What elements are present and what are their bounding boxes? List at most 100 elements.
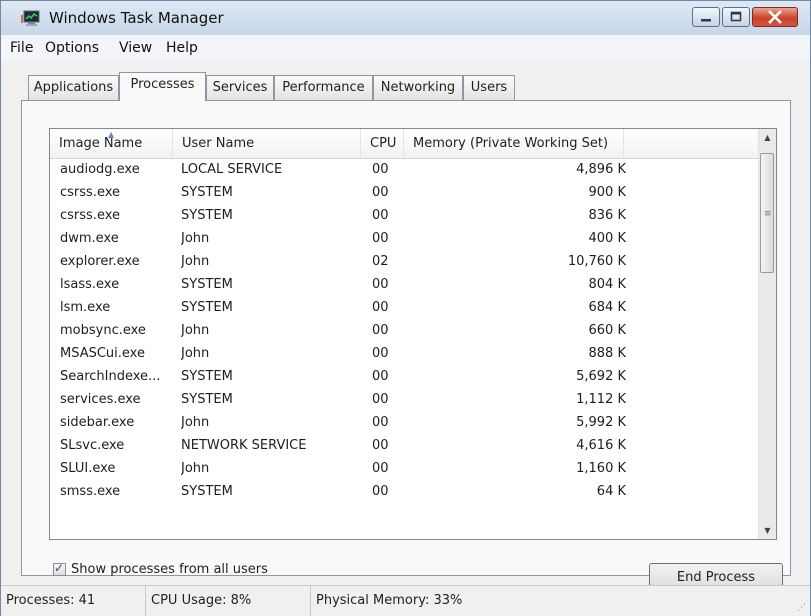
table-row[interactable]: SLsvc.exe NETWORK SERVICE 00 4,616 K <box>50 434 760 457</box>
table-row[interactable]: audiodg.exe LOCAL SERVICE 00 4,896 K <box>50 158 760 181</box>
column-header-image-name[interactable]: ▲ Image Name <box>50 129 173 158</box>
user-name-cell: SYSTEM <box>181 392 233 407</box>
cpu-cell: 02 <box>372 254 389 269</box>
user-name-cell: SYSTEM <box>181 277 233 292</box>
scrollbar-thumb[interactable]: ≡ <box>760 153 774 273</box>
maximize-button[interactable] <box>722 7 750 27</box>
resize-grip-icon[interactable]: ⋰ <box>797 603 806 613</box>
cpu-cell: 00 <box>372 300 389 315</box>
memory-cell: 660 K <box>588 323 626 338</box>
minimize-button[interactable] <box>692 7 720 27</box>
menu-file[interactable]: File <box>10 40 33 56</box>
cpu-cell: 00 <box>372 208 389 223</box>
table-row[interactable]: lsm.exe SYSTEM 00 684 K <box>50 296 760 319</box>
process-name-cell: csrss.exe <box>60 185 121 200</box>
maximize-icon <box>730 11 742 22</box>
table-row[interactable]: explorer.exe John 02 10,760 K <box>50 250 760 273</box>
process-name-cell: mobsync.exe <box>60 323 146 338</box>
status-physical-memory: Physical Memory: 33% <box>316 593 463 608</box>
cpu-cell: 00 <box>372 185 389 200</box>
scroll-grip-icon: ≡ <box>764 209 772 219</box>
cpu-cell: 00 <box>372 162 389 177</box>
status-bar: Processes: 41 CPU Usage: 8% Physical Mem… <box>1 585 810 616</box>
table-row[interactable]: MSASCui.exe John 00 888 K <box>50 342 760 365</box>
window-title: Windows Task Manager <box>49 9 224 27</box>
cpu-cell: 00 <box>372 484 389 499</box>
memory-cell: 684 K <box>588 300 626 315</box>
close-button[interactable] <box>752 7 798 27</box>
process-name-cell: sidebar.exe <box>60 415 135 430</box>
column-header-label: CPU <box>370 136 397 151</box>
user-name-cell: John <box>181 323 210 338</box>
user-name-cell: John <box>181 415 210 430</box>
tab-processes[interactable]: Processes <box>119 72 206 101</box>
memory-cell: 4,896 K <box>576 162 626 177</box>
show-all-users-checkbox[interactable]: ✓ <box>53 561 66 576</box>
table-row[interactable]: sidebar.exe John 00 5,992 K <box>50 411 760 434</box>
table-row[interactable]: dwm.exe John 00 400 K <box>50 227 760 250</box>
column-header-memory[interactable]: Memory (Private Working Set) <box>404 129 624 158</box>
memory-cell: 804 K <box>588 277 626 292</box>
sort-ascending-icon: ▲ <box>108 130 115 139</box>
process-name-cell: csrss.exe <box>60 208 121 223</box>
tab-services[interactable]: Services <box>206 75 274 100</box>
memory-cell: 836 K <box>588 208 626 223</box>
process-name-cell: smss.exe <box>60 484 121 499</box>
menu-bar: File Options View Help <box>1 35 810 62</box>
cpu-cell: 00 <box>372 392 389 407</box>
title-bar[interactable]: Windows Task Manager <box>1 1 810 35</box>
vertical-scrollbar[interactable]: ▲ ≡ ▼ <box>758 129 776 539</box>
scroll-down-arrow-icon[interactable]: ▼ <box>759 522 776 539</box>
menu-help[interactable]: Help <box>166 40 198 56</box>
process-name-cell: explorer.exe <box>60 254 140 269</box>
tab-performance[interactable]: Performance <box>274 75 373 100</box>
menu-options[interactable]: Options <box>45 40 99 56</box>
column-header-cpu[interactable]: CPU <box>361 129 404 158</box>
table-row[interactable]: csrss.exe SYSTEM 00 836 K <box>50 204 760 227</box>
show-all-users-label: Show processes from all users <box>71 562 268 577</box>
memory-cell: 888 K <box>588 346 626 361</box>
column-header-row: ▲ Image Name User Name CPU Memory (Priva… <box>50 129 760 159</box>
memory-cell: 10,760 K <box>567 254 626 269</box>
table-row[interactable]: SLUI.exe John 00 1,160 K <box>50 457 760 480</box>
table-row[interactable]: mobsync.exe John 00 660 K <box>50 319 760 342</box>
table-row[interactable]: smss.exe SYSTEM 00 64 K <box>50 480 760 503</box>
table-row[interactable]: csrss.exe SYSTEM 00 900 K <box>50 181 760 204</box>
memory-cell: 5,692 K <box>576 369 626 384</box>
user-name-cell: LOCAL SERVICE <box>181 162 283 177</box>
status-cpu-usage: CPU Usage: 8% <box>146 586 311 616</box>
tab-users[interactable]: Users <box>463 75 515 100</box>
tab-applications[interactable]: Applications <box>28 75 119 100</box>
table-row[interactable]: services.exe SYSTEM 00 1,112 K <box>50 388 760 411</box>
table-row[interactable]: SearchIndexe... SYSTEM 00 5,692 K <box>50 365 760 388</box>
user-name-cell: John <box>181 461 210 476</box>
table-row[interactable]: lsass.exe SYSTEM 00 804 K <box>50 273 760 296</box>
process-name-cell: dwm.exe <box>60 231 119 246</box>
process-name-cell: MSASCui.exe <box>60 346 145 361</box>
user-name-cell: SYSTEM <box>181 185 233 200</box>
cpu-cell: 00 <box>372 231 389 246</box>
menu-view[interactable]: View <box>119 40 152 56</box>
checkmark-icon: ✓ <box>54 561 65 575</box>
memory-cell: 400 K <box>588 231 626 246</box>
column-header-label: Memory (Private Working Set) <box>413 136 609 151</box>
tab-networking[interactable]: Networking <box>373 75 463 100</box>
memory-cell: 1,160 K <box>576 461 626 476</box>
column-header-user-name[interactable]: User Name <box>173 129 361 158</box>
cpu-cell: 00 <box>372 461 389 476</box>
user-name-cell: SYSTEM <box>181 300 233 315</box>
process-name-cell: SLsvc.exe <box>60 438 125 453</box>
process-name-cell: lsm.exe <box>60 300 111 315</box>
column-header-blank <box>624 129 760 158</box>
process-name-cell: audiodg.exe <box>60 162 140 177</box>
user-name-cell: SYSTEM <box>181 208 233 223</box>
main-panel: Applications Processes Services Performa… <box>1 61 810 591</box>
task-manager-app-icon <box>21 10 40 26</box>
task-manager-window: Windows Task Manager File Options View H… <box>0 0 811 616</box>
scroll-up-arrow-icon[interactable]: ▲ <box>759 129 776 146</box>
cpu-cell: 00 <box>372 323 389 338</box>
cpu-cell: 00 <box>372 346 389 361</box>
process-list[interactable]: ▲ Image Name User Name CPU Memory (Priva… <box>49 128 777 540</box>
user-name-cell: John <box>181 254 210 269</box>
user-name-cell: SYSTEM <box>181 484 233 499</box>
